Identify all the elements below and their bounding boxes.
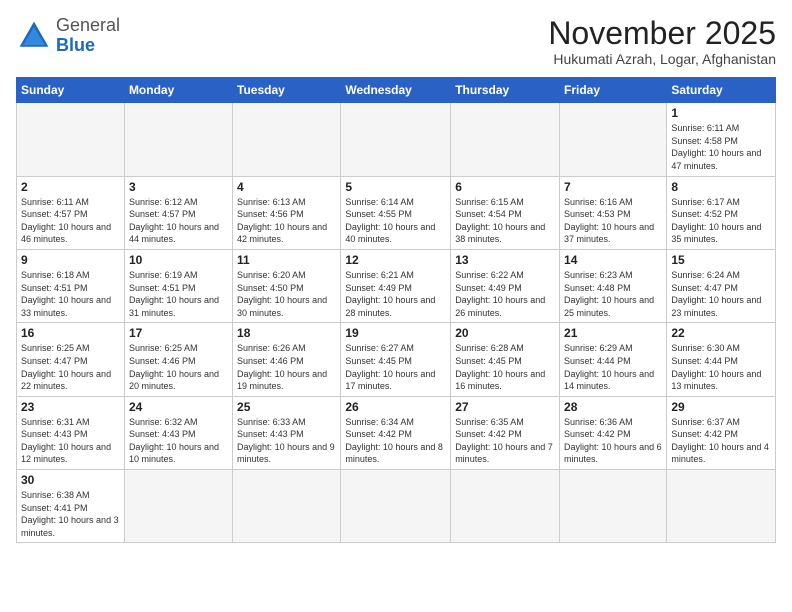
day-18: 18 Sunrise: 6:26 AMSunset: 4:46 PMDaylig… [233,323,341,396]
logo: General Blue [16,16,120,56]
day-empty [667,470,776,543]
day-empty [233,103,341,176]
day-15: 15 Sunrise: 6:24 AMSunset: 4:47 PMDaylig… [667,249,776,322]
day-empty [451,470,560,543]
day-14: 14 Sunrise: 6:23 AMSunset: 4:48 PMDaylig… [560,249,667,322]
day-17: 17 Sunrise: 6:25 AMSunset: 4:46 PMDaylig… [124,323,232,396]
day-empty [560,103,667,176]
day-21: 21 Sunrise: 6:29 AMSunset: 4:44 PMDaylig… [560,323,667,396]
day-26: 26 Sunrise: 6:34 AMSunset: 4:42 PMDaylig… [341,396,451,469]
day-11: 11 Sunrise: 6:20 AMSunset: 4:50 PMDaylig… [233,249,341,322]
logo-general: General [56,15,120,35]
day-29: 29 Sunrise: 6:37 AMSunset: 4:42 PMDaylig… [667,396,776,469]
day-10: 10 Sunrise: 6:19 AMSunset: 4:51 PMDaylig… [124,249,232,322]
day-23: 23 Sunrise: 6:31 AMSunset: 4:43 PMDaylig… [17,396,125,469]
subtitle: Hukumati Azrah, Logar, Afghanistan [548,51,776,67]
day-19: 19 Sunrise: 6:27 AMSunset: 4:45 PMDaylig… [341,323,451,396]
day-empty [341,103,451,176]
page: General Blue November 2025 Hukumati Azra… [0,0,792,553]
day-empty [124,470,232,543]
day-2: 2 Sunrise: 6:11 AMSunset: 4:57 PMDayligh… [17,176,125,249]
day-28: 28 Sunrise: 6:36 AMSunset: 4:42 PMDaylig… [560,396,667,469]
day-9: 9 Sunrise: 6:18 AMSunset: 4:51 PMDayligh… [17,249,125,322]
header-saturday: Saturday [667,78,776,103]
header-thursday: Thursday [451,78,560,103]
day-25: 25 Sunrise: 6:33 AMSunset: 4:43 PMDaylig… [233,396,341,469]
day-20: 20 Sunrise: 6:28 AMSunset: 4:45 PMDaylig… [451,323,560,396]
header-wednesday: Wednesday [341,78,451,103]
day-6: 6 Sunrise: 6:15 AMSunset: 4:54 PMDayligh… [451,176,560,249]
day-5: 5 Sunrise: 6:14 AMSunset: 4:55 PMDayligh… [341,176,451,249]
day-8: 8 Sunrise: 6:17 AMSunset: 4:52 PMDayligh… [667,176,776,249]
day-7: 7 Sunrise: 6:16 AMSunset: 4:53 PMDayligh… [560,176,667,249]
header-sunday: Sunday [17,78,125,103]
calendar-row-1: 1 Sunrise: 6:11 AMSunset: 4:58 PMDayligh… [17,103,776,176]
day-27: 27 Sunrise: 6:35 AMSunset: 4:42 PMDaylig… [451,396,560,469]
calendar-row-6: 30 Sunrise: 6:38 AMSunset: 4:41 PMDaylig… [17,470,776,543]
day-empty [341,470,451,543]
weekday-header-row: Sunday Monday Tuesday Wednesday Thursday… [17,78,776,103]
logo-blue: Blue [56,35,95,55]
day-empty [17,103,125,176]
day-13: 13 Sunrise: 6:22 AMSunset: 4:49 PMDaylig… [451,249,560,322]
header-friday: Friday [560,78,667,103]
day-24: 24 Sunrise: 6:32 AMSunset: 4:43 PMDaylig… [124,396,232,469]
calendar-row-4: 16 Sunrise: 6:25 AMSunset: 4:47 PMDaylig… [17,323,776,396]
header-monday: Monday [124,78,232,103]
day-empty [560,470,667,543]
calendar: Sunday Monday Tuesday Wednesday Thursday… [16,77,776,543]
calendar-row-3: 9 Sunrise: 6:18 AMSunset: 4:51 PMDayligh… [17,249,776,322]
day-empty [233,470,341,543]
calendar-row-2: 2 Sunrise: 6:11 AMSunset: 4:57 PMDayligh… [17,176,776,249]
title-block: November 2025 Hukumati Azrah, Logar, Afg… [548,16,776,67]
day-22: 22 Sunrise: 6:30 AMSunset: 4:44 PMDaylig… [667,323,776,396]
day-empty [124,103,232,176]
logo-text: General Blue [56,16,120,56]
logo-icon [16,18,52,54]
day-12: 12 Sunrise: 6:21 AMSunset: 4:49 PMDaylig… [341,249,451,322]
day-3: 3 Sunrise: 6:12 AMSunset: 4:57 PMDayligh… [124,176,232,249]
day-30: 30 Sunrise: 6:38 AMSunset: 4:41 PMDaylig… [17,470,125,543]
day-16: 16 Sunrise: 6:25 AMSunset: 4:47 PMDaylig… [17,323,125,396]
day-empty [451,103,560,176]
header: General Blue November 2025 Hukumati Azra… [16,16,776,67]
calendar-row-5: 23 Sunrise: 6:31 AMSunset: 4:43 PMDaylig… [17,396,776,469]
day-4: 4 Sunrise: 6:13 AMSunset: 4:56 PMDayligh… [233,176,341,249]
header-tuesday: Tuesday [233,78,341,103]
month-title: November 2025 [548,16,776,51]
day-1: 1 Sunrise: 6:11 AMSunset: 4:58 PMDayligh… [667,103,776,176]
